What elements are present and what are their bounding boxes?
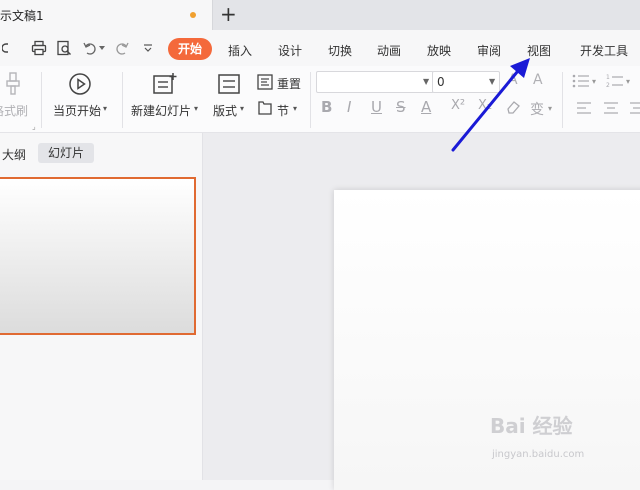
watermark-url: jingyan.baidu.com bbox=[492, 449, 585, 460]
svg-text:2: 2 bbox=[606, 82, 610, 89]
print-preview-icon[interactable] bbox=[56, 40, 72, 56]
strikethrough-button[interactable]: S bbox=[396, 98, 406, 116]
play-dropdown-icon[interactable]: ▾ bbox=[103, 104, 107, 113]
bold-button[interactable]: B bbox=[321, 98, 332, 116]
format-painter-icon[interactable] bbox=[4, 72, 24, 96]
dialog-launcher-icon[interactable]: ⌟ bbox=[32, 122, 36, 131]
document-tab[interactable]: 演示文稿1 bbox=[0, 0, 213, 30]
align-center-icon[interactable] bbox=[603, 101, 619, 115]
slide-editor[interactable] bbox=[334, 190, 640, 490]
reset-icon[interactable] bbox=[257, 74, 273, 90]
watermark-logo: Bai 经验 bbox=[490, 414, 573, 438]
customize-toolbar-icon[interactable] bbox=[143, 43, 153, 53]
tab-outline[interactable]: 大纲 bbox=[2, 146, 26, 163]
layout-icon[interactable] bbox=[218, 74, 240, 94]
layout-dropdown-icon[interactable]: ▾ bbox=[240, 104, 244, 113]
new-tab-button[interactable]: + bbox=[220, 3, 237, 25]
menu-design[interactable]: 设计 bbox=[278, 42, 302, 59]
menu-home[interactable]: 开始 bbox=[168, 38, 212, 60]
svg-text:1: 1 bbox=[606, 74, 610, 81]
play-from-current-icon[interactable] bbox=[68, 72, 92, 96]
slide-thumbnail[interactable] bbox=[0, 177, 196, 335]
new-slide-dropdown-icon[interactable]: ▾ bbox=[194, 104, 198, 113]
font-color-button[interactable]: A bbox=[421, 98, 431, 116]
bullet-dropdown-icon[interactable]: ▾ bbox=[592, 77, 596, 86]
document-tab-title: 演示文稿1 bbox=[0, 9, 44, 23]
align-right-icon[interactable] bbox=[630, 101, 640, 115]
underline-button[interactable]: U bbox=[371, 98, 382, 116]
unsaved-indicator-icon bbox=[190, 12, 196, 18]
section-label[interactable]: 节 bbox=[277, 102, 289, 119]
ribbon-separator bbox=[41, 72, 42, 128]
phonetic-dropdown-icon[interactable]: ▾ bbox=[548, 104, 552, 113]
font-dropdown-icon[interactable]: ▼ bbox=[423, 77, 429, 86]
format-painter-label[interactable]: 格式刷 bbox=[0, 102, 28, 119]
redo-icon[interactable] bbox=[114, 40, 130, 56]
bullet-list-icon[interactable] bbox=[572, 73, 590, 89]
undo-dropdown-icon[interactable] bbox=[98, 45, 106, 51]
reset-label[interactable]: 重置 bbox=[277, 75, 301, 92]
ribbon-separator bbox=[310, 72, 311, 128]
menu-transitions[interactable]: 切换 bbox=[328, 42, 352, 59]
new-slide-label[interactable]: 新建幻灯片 bbox=[131, 102, 191, 119]
tab-slides[interactable]: 幻灯片 bbox=[38, 143, 94, 163]
menu-developer-tools[interactable]: 开发工具 bbox=[580, 42, 628, 59]
section-dropdown-icon[interactable]: ▾ bbox=[293, 104, 297, 113]
numbering-dropdown-icon[interactable]: ▾ bbox=[626, 77, 630, 86]
annotation-arrow bbox=[451, 58, 530, 152]
font-name-combobox[interactable]: ▼ bbox=[316, 71, 434, 93]
print-icon[interactable] bbox=[31, 40, 47, 56]
undo-icon[interactable] bbox=[82, 40, 98, 56]
menu-insert[interactable]: 插入 bbox=[228, 42, 252, 59]
layout-label[interactable]: 版式 bbox=[213, 102, 237, 119]
menu-animation[interactable]: 动画 bbox=[377, 42, 401, 59]
section-icon[interactable] bbox=[257, 100, 273, 116]
play-from-current-label[interactable]: 当页开始 bbox=[53, 102, 101, 119]
new-slide-icon[interactable] bbox=[152, 72, 178, 96]
numbered-list-icon[interactable]: 12 bbox=[606, 73, 624, 89]
align-left-icon[interactable] bbox=[576, 101, 592, 115]
link-icon[interactable] bbox=[2, 40, 18, 56]
ribbon-separator bbox=[562, 72, 563, 128]
italic-button[interactable]: I bbox=[347, 98, 351, 116]
ribbon-separator bbox=[122, 72, 123, 128]
